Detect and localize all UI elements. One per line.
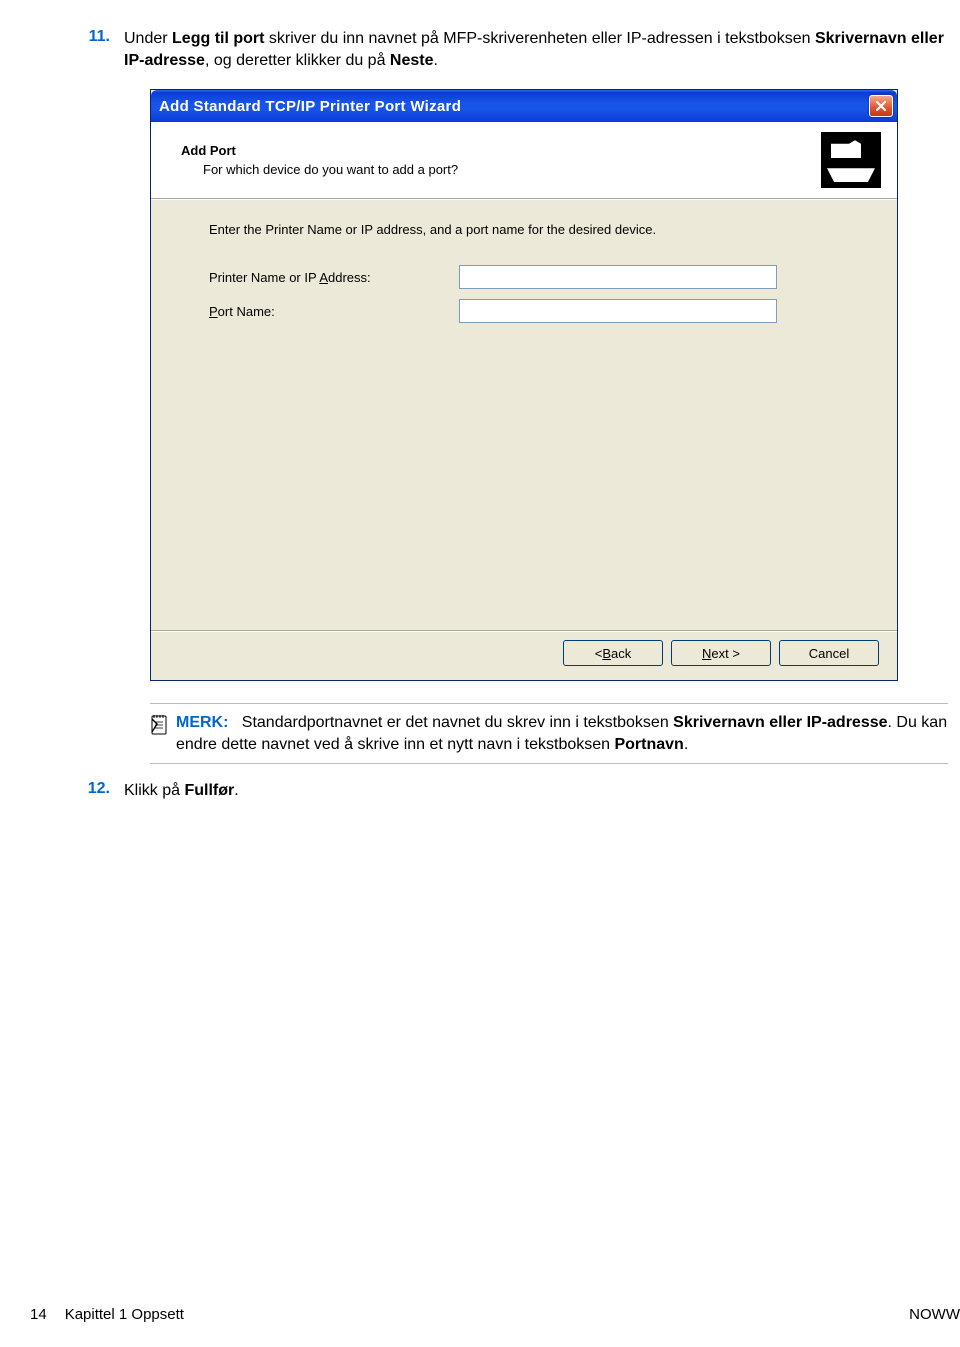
text: ddress: [328,270,371,285]
step-11: 11. Under Legg til port skriver du inn n… [30,28,960,71]
cancel-button[interactable]: Cancel [779,640,879,666]
bold: Skrivernavn eller IP-adresse [673,714,887,731]
titlebar[interactable]: Add Standard TCP/IP Printer Port Wizard [151,90,897,122]
text: . [434,52,438,69]
text: . [684,736,688,753]
printer-name-label: Printer Name or IP Address: [209,270,459,285]
step-number: 11. [30,28,124,71]
port-name-label: Port Name: [209,304,459,319]
port-name-row: Port Name: [209,299,867,323]
header-title: Add Port [181,143,821,158]
printer-name-row: Printer Name or IP Address: [209,265,867,289]
printer-icon [821,132,881,188]
close-icon[interactable] [869,95,893,117]
step-number: 12. [30,780,124,802]
text: ext > [711,646,740,661]
dialog-body: Enter the Printer Name or IP address, an… [151,200,897,630]
back-button[interactable]: < Back [563,640,663,666]
note-label: MERK: [176,714,228,731]
note-text: MERK: Standardportnavnet er det navnet d… [176,712,948,755]
text: ack [611,646,631,661]
text: Under [124,30,172,47]
text: Standardportnavnet er det navnet du skre… [242,714,673,731]
text: Cancel [809,646,849,661]
chapter-title: Kapittel 1 Oppsett [65,1306,909,1323]
dialog-header: Add Port For which device do you want to… [151,122,897,198]
accel: N [702,646,711,661]
accel: P [209,304,218,319]
printer-name-input[interactable] [459,265,777,289]
text: . [234,782,238,799]
spacer [228,714,241,731]
accel: A [319,270,328,285]
text: skriver du inn navnet på MFP-skriverenhe… [264,30,814,47]
add-port-wizard-dialog: Add Standard TCP/IP Printer Port Wizard … [150,89,898,681]
instruction-text: Enter the Printer Name or IP address, an… [209,222,867,237]
note-block: MERK: Standardportnavnet er det navnet d… [150,703,948,764]
page-footer: 14 Kapittel 1 Oppsett NOWW [30,1306,960,1323]
header-text: Add Port For which device do you want to… [181,143,821,177]
button-row: < Back Next > Cancel [151,632,897,680]
page-number: 14 [30,1306,65,1323]
step-12: 12. Klikk på Fullfør. [30,780,960,802]
accel: B [602,646,611,661]
step-text: Under Legg til port skriver du inn navne… [124,28,950,71]
footer-right: NOWW [909,1306,960,1323]
bold: Legg til port [172,30,264,47]
text: Printer Name or IP [209,270,319,285]
port-name-input[interactable] [459,299,777,323]
note-icon [150,712,176,755]
window-title: Add Standard TCP/IP Printer Port Wizard [159,98,869,115]
step-text: Klikk på Fullfør. [124,780,950,802]
text: Klikk på [124,782,184,799]
bold: Neste [390,52,434,69]
text: , og deretter klikker du på [205,52,390,69]
bold: Fullfør [184,782,234,799]
header-subtitle: For which device do you want to add a po… [181,162,821,177]
text: ort Name: [218,304,275,319]
text: < [595,646,603,661]
next-button[interactable]: Next > [671,640,771,666]
bold: Portnavn [614,736,683,753]
